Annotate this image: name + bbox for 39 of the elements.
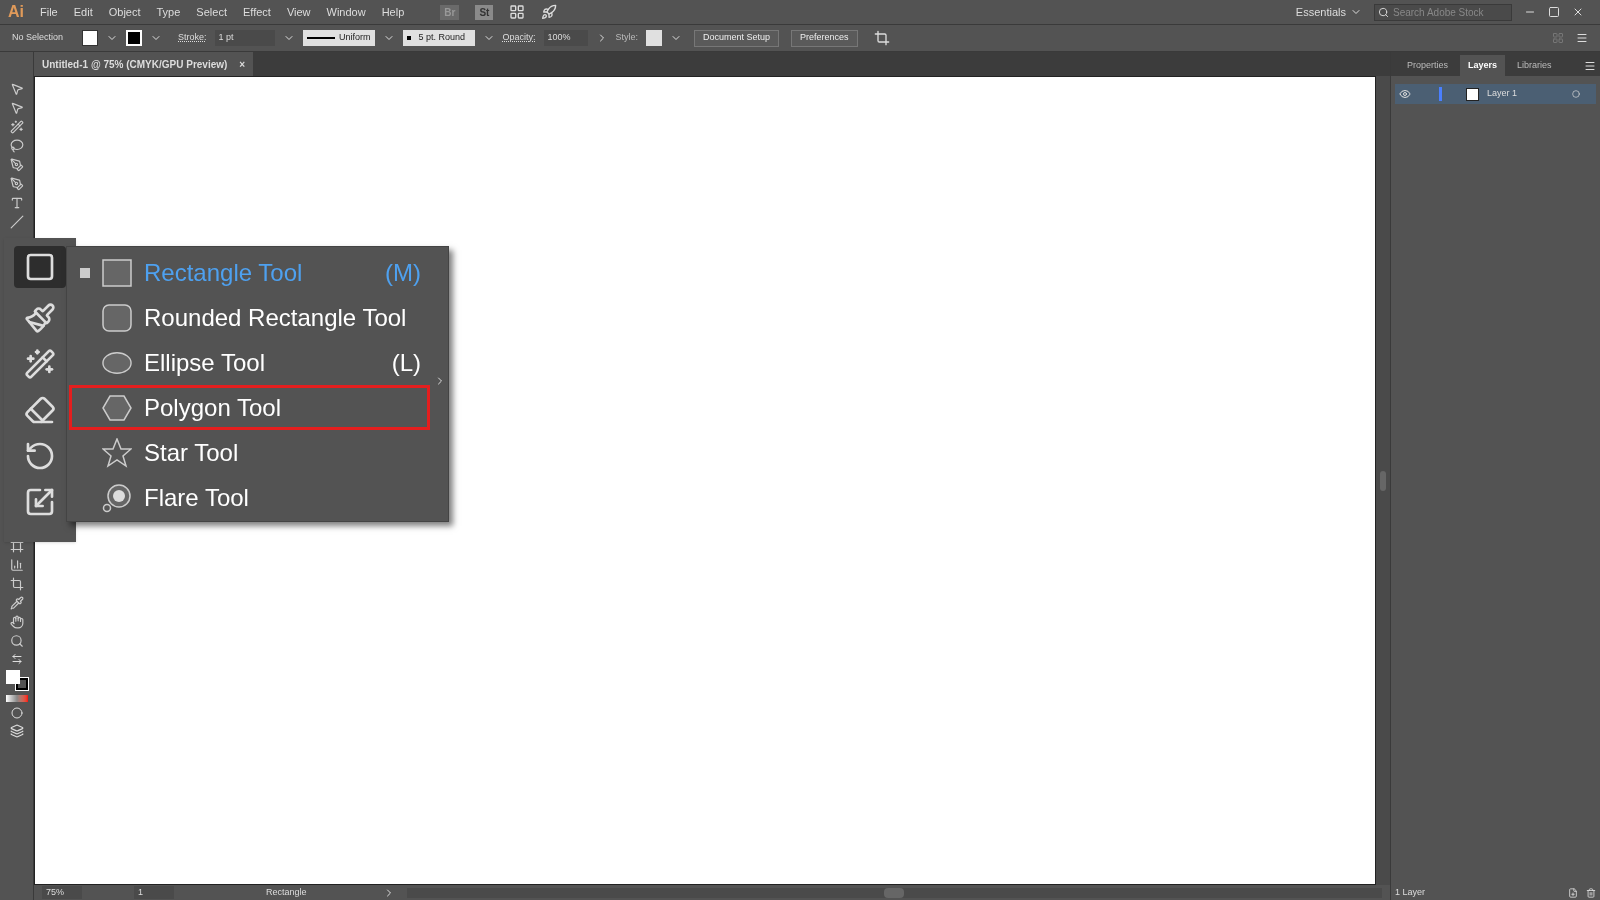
current-tool-label: Rectangle [266,885,307,899]
stroke-label[interactable]: Stroke: [178,31,207,45]
style-label: Style: [615,31,639,45]
menu-item[interactable]: Window [326,3,366,21]
menu-item[interactable]: Edit [73,3,93,21]
control-button[interactable]: Preferences [791,29,858,47]
stroke-profile-dropdown[interactable]: Uniform [302,30,375,46]
menu-item[interactable]: Select [196,3,227,21]
control-button[interactable]: Document Setup [694,29,780,47]
brush-dropdown[interactable]: 5 pt. Round [402,30,475,46]
app-logo: Ai [8,2,24,22]
menu-item[interactable]: Effect [242,3,271,21]
opacity-field[interactable]: 100% [543,30,588,46]
menu-item[interactable]: View [286,3,311,21]
flyout-item[interactable]: Ellipse Tool (L) [69,340,430,385]
flyout-item[interactable]: Rounded Rectangle Tool [69,295,430,340]
selection-label: No Selection [12,31,65,45]
artboard-number-field[interactable]: 1 [134,885,174,900]
menu-item[interactable]: File [40,3,58,21]
menu-item[interactable]: Type [156,3,181,21]
layer-count: 1 Layer [1395,885,1426,899]
panel-tab[interactable]: Properties [1399,54,1457,76]
stroke-weight-field[interactable]: 1 pt [214,30,275,46]
opacity-label[interactable]: Opacity: [502,31,536,45]
workspace-switcher[interactable]: Essentials [1295,3,1346,21]
close-tab-button[interactable]: × [239,56,246,72]
flyout-item[interactable]: Flare Tool [69,475,430,520]
layer-name[interactable]: Layer 1 [1487,87,1518,101]
menu-item[interactable]: Object [108,3,141,21]
stock-button[interactable]: St [475,4,494,20]
zoom-level-field[interactable]: 75% [42,885,82,900]
search-field[interactable]: Search Adobe Stock [1374,3,1512,21]
panel-tab[interactable]: Libraries [1509,54,1560,76]
layer-row[interactable]: Layer 1 [1395,84,1596,104]
flyout-item[interactable]: Polygon Tool [69,385,430,430]
menu-item[interactable]: Help [381,3,405,21]
document-tab[interactable]: Untitled-1 @ 75% (CMYK/GPU Preview) × [34,52,254,76]
flyout-item[interactable]: Star Tool [69,430,430,475]
panel-tab[interactable]: Layers [1460,54,1506,76]
